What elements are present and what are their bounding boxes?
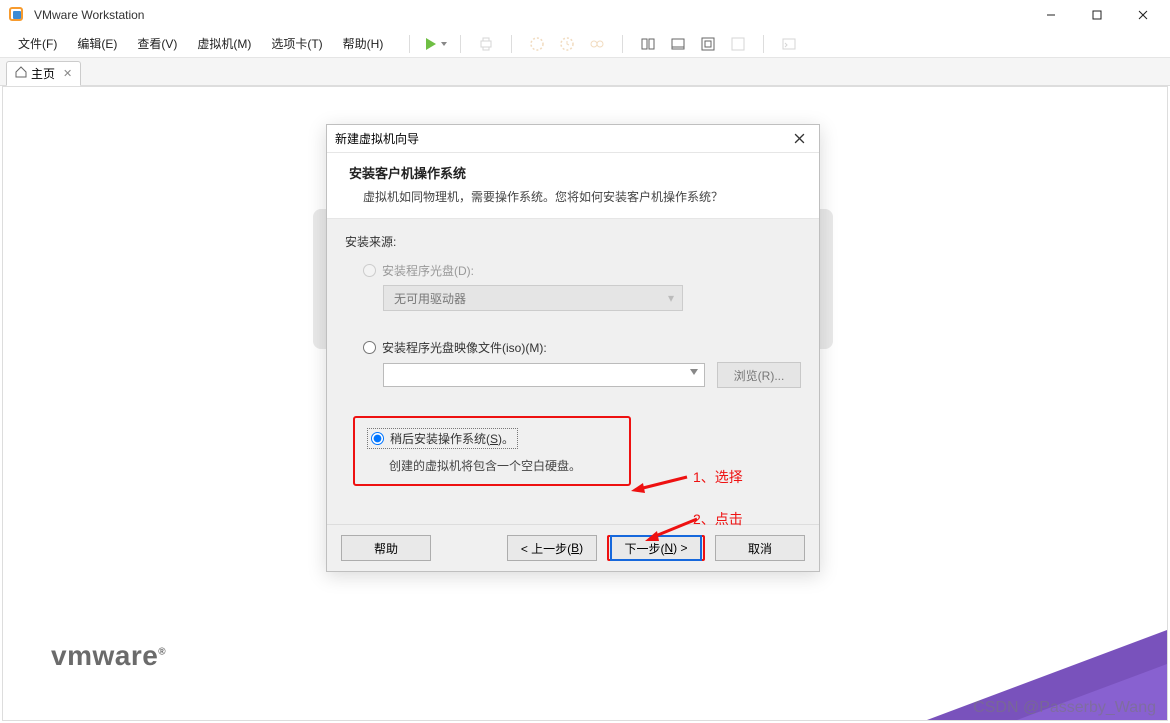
close-button[interactable]: [1120, 0, 1166, 30]
annotation-arrow-1: [629, 471, 689, 495]
tab-home-label: 主页: [31, 65, 55, 82]
menu-vm[interactable]: 虚拟机(M): [187, 31, 261, 56]
thumbnail-icon[interactable]: [635, 33, 661, 55]
power-on-icon[interactable]: [422, 33, 448, 55]
menu-help[interactable]: 帮助(H): [333, 31, 394, 56]
option-install-later-highlight: 稍后安装操作系统(S)。 创建的虚拟机将包含一个空白硬盘。: [353, 416, 631, 486]
install-later-desc: 创建的虚拟机将包含一个空白硬盘。: [389, 457, 617, 474]
menu-edit[interactable]: 编辑(E): [67, 31, 127, 56]
menu-bar: 文件(F) 编辑(E) 查看(V) 虚拟机(M) 选项卡(T) 帮助(H): [0, 30, 1170, 58]
terminal-icon[interactable]: [776, 33, 802, 55]
install-source-label: 安装来源:: [345, 233, 801, 250]
vmware-logo: vmware®: [51, 640, 166, 672]
annotation-arrow-2: [641, 515, 701, 543]
menu-view[interactable]: 查看(V): [127, 31, 187, 56]
help-button[interactable]: 帮助: [341, 535, 431, 561]
app-title: VMware Workstation: [34, 8, 144, 22]
dialog-close-button[interactable]: [787, 127, 811, 151]
unity-icon[interactable]: [725, 33, 751, 55]
menu-file[interactable]: 文件(F): [8, 31, 67, 56]
iso-path-combo[interactable]: [383, 363, 705, 387]
fullscreen-icon[interactable]: [695, 33, 721, 55]
home-icon: [15, 66, 27, 81]
menu-tabs[interactable]: 选项卡(T): [261, 31, 332, 56]
dialog-footer: 帮助 < 上一步(B) 下一步(N) > 取消: [327, 524, 819, 571]
option-iso-file[interactable]: 安装程序光盘映像文件(iso)(M):: [363, 339, 801, 356]
app-logo-icon: [8, 6, 26, 24]
disc-drive-combo: 无可用驱动器 ▾: [383, 285, 683, 311]
maximize-button[interactable]: [1074, 0, 1120, 30]
watermark: CSDN @Passerby_Wang: [973, 699, 1156, 717]
radio-iso-file[interactable]: [363, 341, 376, 354]
revert-icon[interactable]: [554, 33, 580, 55]
annotation-1: 1、选择: [693, 467, 743, 487]
dialog-title: 新建虚拟机向导: [335, 130, 419, 147]
manage-snapshots-icon[interactable]: [584, 33, 610, 55]
dialog-header: 安装客户机操作系统 虚拟机如同物理机，需要操作系统。您将如何安装客户机操作系统？: [327, 153, 819, 219]
window-controls: [1028, 0, 1166, 30]
print-icon[interactable]: [473, 33, 499, 55]
tab-home[interactable]: 主页 ✕: [6, 61, 81, 86]
browse-button[interactable]: 浏览(R)...: [717, 362, 801, 388]
console-icon[interactable]: [665, 33, 691, 55]
tab-strip: 主页 ✕: [0, 58, 1170, 86]
tab-close-icon[interactable]: ✕: [63, 67, 72, 80]
cancel-button[interactable]: 取消: [715, 535, 805, 561]
chevron-down-icon: [690, 369, 698, 375]
annotation-2: 2、点击: [693, 509, 743, 529]
minimize-button[interactable]: [1028, 0, 1074, 30]
dialog-subheading: 虚拟机如同物理机，需要操作系统。您将如何安装客户机操作系统？: [363, 188, 797, 206]
dialog-titlebar: 新建虚拟机向导: [327, 125, 819, 153]
option-install-later[interactable]: 稍后安装操作系统(S)。: [367, 428, 518, 449]
new-vm-wizard-dialog: 新建虚拟机向导 安装客户机操作系统 虚拟机如同物理机，需要操作系统。您将如何安装…: [326, 124, 820, 572]
dialog-body: 安装来源: 安装程序光盘(D): 无可用驱动器 ▾ 安装程序光盘映像文件(iso…: [327, 219, 819, 524]
title-bar: VMware Workstation: [0, 0, 1170, 30]
chevron-down-icon: ▾: [668, 291, 674, 305]
option-installer-disc[interactable]: 安装程序光盘(D):: [363, 262, 801, 279]
dialog-heading: 安装客户机操作系统: [349, 163, 797, 182]
snapshot-icon[interactable]: [524, 33, 550, 55]
radio-installer-disc: [363, 264, 376, 277]
radio-install-later[interactable]: [371, 432, 384, 445]
back-button[interactable]: < 上一步(B): [507, 535, 597, 561]
